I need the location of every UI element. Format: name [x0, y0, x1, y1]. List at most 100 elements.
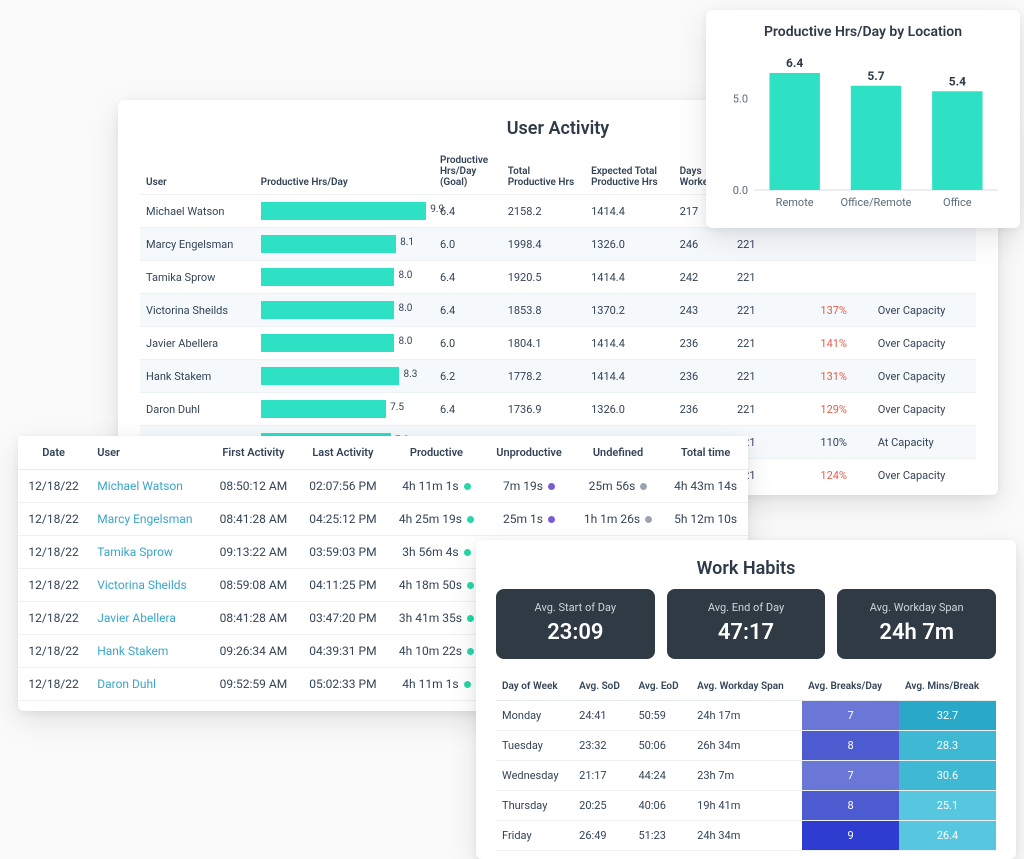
user-cell: Tamika Sprow [140, 261, 255, 294]
user-link[interactable]: Michael Watson [89, 470, 208, 503]
table-row: Javier Abellera8.06.01804.11414.42362211… [140, 327, 976, 360]
heat-cell-breaks: 8 [802, 731, 899, 761]
kpi-label: Avg. End of Day [675, 601, 818, 614]
status-cell [872, 261, 976, 294]
value-cell: 04:11:25 PM [298, 569, 387, 602]
value-cell: 243 [674, 294, 731, 327]
value-cell: Friday [496, 821, 573, 851]
table-row: Monday24:4150:5924h 17m732.7 [496, 701, 996, 731]
value-cell: 12/18/22 [18, 668, 89, 701]
value-cell: 19h 41m [691, 791, 802, 821]
table-row: Daron Duhl7.56.41736.91326.0236221129%Ov… [140, 393, 976, 426]
user-link[interactable]: Hank Stakem [89, 635, 208, 668]
value-cell: 236 [674, 393, 731, 426]
table-header-row: DateUserFirst ActivityLast ActivityProdu… [18, 436, 748, 470]
bar-cell: 9.9 [255, 195, 434, 228]
value-cell: 09:52:59 AM [209, 668, 299, 701]
value-cell: 4h 25m 19s [388, 503, 486, 536]
purple-dot-icon [548, 516, 555, 523]
green-dot-icon [464, 549, 471, 556]
user-cell: Michael Watson [140, 195, 255, 228]
value-cell: 20:25 [573, 791, 632, 821]
value-cell: 12/18/22 [18, 602, 89, 635]
value-cell: 03:59:03 PM [298, 536, 387, 569]
value-cell: 12/18/22 [18, 569, 89, 602]
bar-cell: 8.0 [255, 294, 434, 327]
column-header: Avg. Workday Span [691, 673, 802, 701]
value-cell: 44:24 [632, 761, 691, 791]
value-cell: 221 [731, 327, 814, 360]
user-link[interactable]: Daron Duhl [89, 668, 208, 701]
svg-text:Office/Remote: Office/Remote [840, 196, 911, 209]
heat-cell-mins: 26.4 [899, 821, 996, 851]
heat-cell-breaks: 7 [802, 761, 899, 791]
column-header: Date [18, 436, 89, 470]
value-cell: 4h 11m 1s [388, 470, 486, 503]
value-cell: 26:49 [573, 821, 632, 851]
utilization-cell: 131% [814, 360, 871, 393]
column-header: User [140, 149, 255, 195]
value-cell: 6.4 [434, 261, 502, 294]
status-cell: Over Capacity [872, 459, 976, 492]
status-cell: Over Capacity [872, 327, 976, 360]
value-cell: 1414.4 [585, 327, 674, 360]
chart-title: Productive Hrs/Day by Location [720, 24, 1006, 40]
column-header: Avg. SoD [573, 673, 632, 701]
user-link[interactable]: Javier Abellera [89, 602, 208, 635]
value-cell: 1804.1 [502, 327, 585, 360]
value-cell: 1778.2 [502, 360, 585, 393]
user-link[interactable]: Marcy Engelsman [89, 503, 208, 536]
status-cell: At Capacity [872, 426, 976, 459]
user-link[interactable]: Victorina Sheilds [89, 569, 208, 602]
svg-text:5.0: 5.0 [733, 93, 748, 106]
svg-text:Office: Office [943, 196, 972, 209]
svg-text:5.7: 5.7 [867, 69, 884, 83]
value-cell: 50:59 [632, 701, 691, 731]
svg-text:0.0: 0.0 [733, 184, 748, 197]
user-link[interactable]: Tamika Sprow [89, 536, 208, 569]
green-dot-icon [464, 681, 471, 688]
value-cell: 3h 41m 35s [388, 602, 486, 635]
value-cell: 221 [731, 393, 814, 426]
status-cell: Over Capacity [872, 360, 976, 393]
value-cell: 236 [674, 327, 731, 360]
work-habits-panel: Work Habits Avg. Start of Day23:09Avg. E… [476, 540, 1016, 859]
value-cell: 1853.8 [502, 294, 585, 327]
productive-hrs-chart-panel: Productive Hrs/Day by Location 0.05.06.4… [706, 10, 1020, 228]
table-row: Tamika Sprow8.06.41920.51414.4242221 [140, 261, 976, 294]
table-row: Friday26:4951:2324h 34m926.4 [496, 821, 996, 851]
grey-dot-icon [645, 516, 652, 523]
value-cell: 1414.4 [585, 195, 674, 228]
value-cell: 09:13:22 AM [209, 536, 299, 569]
utilization-cell: 141% [814, 327, 871, 360]
value-cell: 1736.9 [502, 393, 585, 426]
value-cell: 09:26:34 AM [209, 635, 299, 668]
value-cell: 4h 18m 50s [388, 569, 486, 602]
value-cell: 6.4 [434, 294, 502, 327]
user-cell: Hank Stakem [140, 360, 255, 393]
bar-cell: 8.0 [255, 261, 434, 294]
user-cell: Javier Abellera [140, 327, 255, 360]
bar-chart: 0.05.06.4Remote5.7Office/Remote5.4Office [720, 44, 1004, 214]
value-cell: 24:41 [573, 701, 632, 731]
table-row: Thursday20:2540:0619h 41m825.1 [496, 791, 996, 821]
value-cell: 6.4 [434, 393, 502, 426]
column-header: Productive Hrs/Day (Goal) [434, 149, 502, 195]
value-cell: 21:17 [573, 761, 632, 791]
table-row: Hank Stakem8.36.21778.21414.4236221131%O… [140, 360, 976, 393]
heat-cell-mins: 32.7 [899, 701, 996, 731]
table-row: Marcy Engelsman8.16.01998.41326.0246221 [140, 228, 976, 261]
green-dot-icon [464, 483, 471, 490]
table-row: Tuesday23:3250:0626h 34m828.3 [496, 731, 996, 761]
heat-cell-mins: 28.3 [899, 731, 996, 761]
value-cell: 24h 34m [691, 821, 802, 851]
status-cell [872, 228, 976, 261]
value-cell: 12/18/22 [18, 503, 89, 536]
utilization-cell: 137% [814, 294, 871, 327]
utilization-cell [814, 228, 871, 261]
value-cell: 26h 34m [691, 731, 802, 761]
svg-text:Remote: Remote [776, 196, 814, 209]
work-habits-table: Day of WeekAvg. SoDAvg. EoDAvg. Workday … [496, 673, 996, 851]
value-cell: 23:32 [573, 731, 632, 761]
value-cell: 2158.2 [502, 195, 585, 228]
